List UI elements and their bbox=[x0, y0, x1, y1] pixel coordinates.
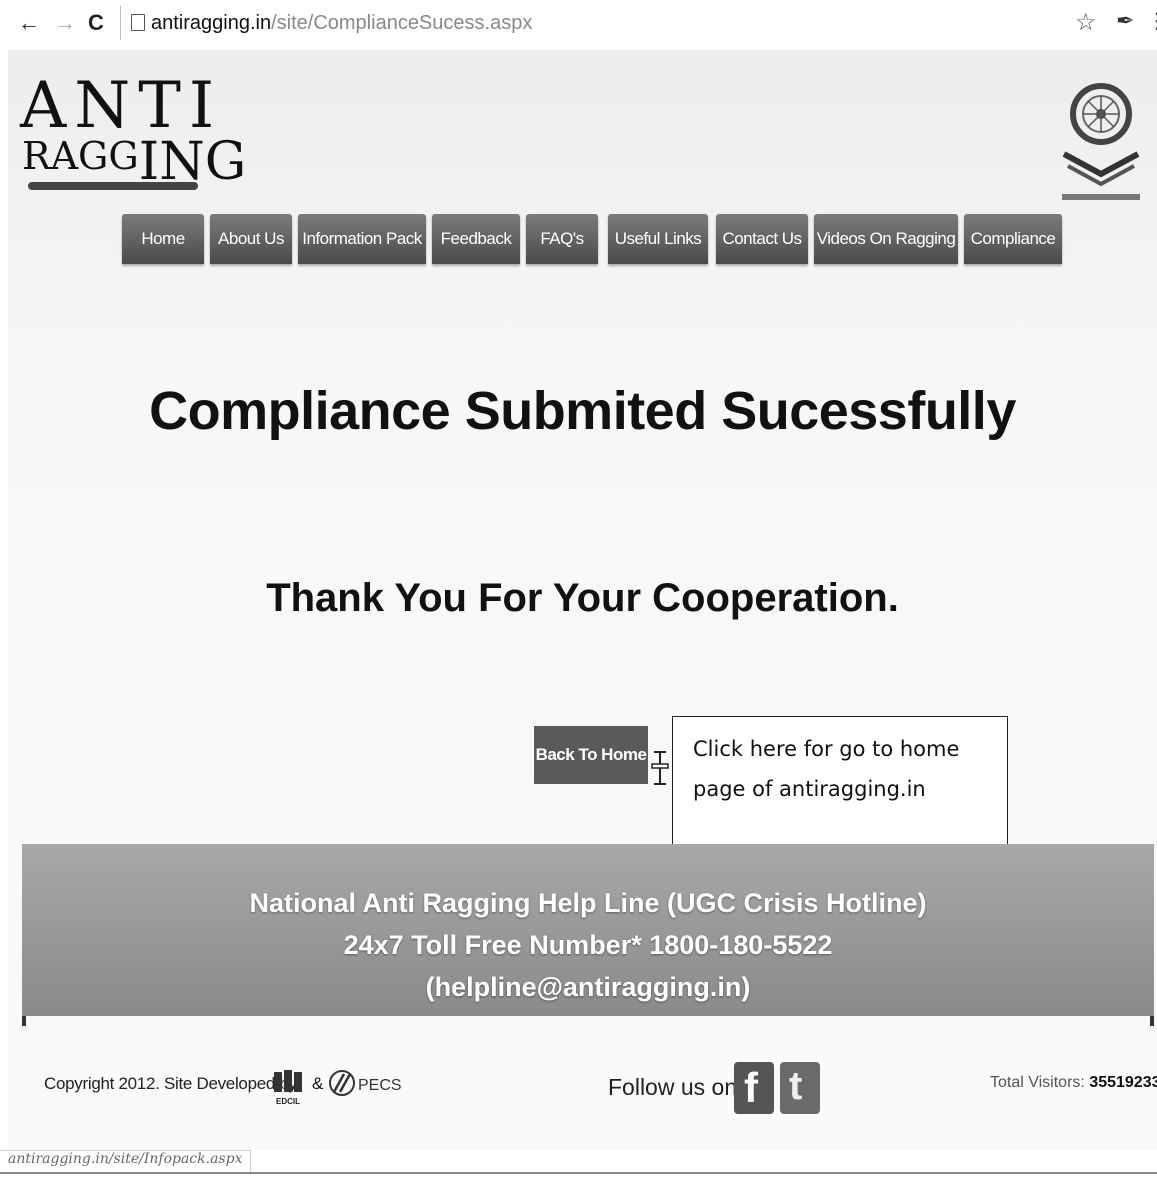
back-arrow-icon[interactable]: ← bbox=[18, 10, 40, 36]
tab-about-us[interactable]: About Us bbox=[210, 214, 292, 264]
page-title: Compliance Submited Sucessfully bbox=[149, 381, 1016, 441]
reload-icon[interactable]: C bbox=[88, 10, 104, 36]
annotation-callout: Click here for go to home page of antira… bbox=[672, 716, 1008, 856]
twitter-icon[interactable]: t bbox=[780, 1062, 820, 1114]
helpline-banner: National Anti Ragging Help Line (UGC Cri… bbox=[22, 844, 1154, 1016]
tab-useful-links[interactable]: Useful Links bbox=[608, 214, 708, 264]
logo-line2: RAGGING bbox=[22, 132, 246, 188]
thank-you-message: Thank You For Your Cooperation. bbox=[266, 576, 899, 620]
url-host: antiragging.in bbox=[151, 12, 272, 34]
site-header: ANTI RAGGING Home About Us Information P… bbox=[8, 50, 1157, 270]
tab-feedback[interactable]: Feedback bbox=[432, 214, 520, 264]
visitors-count: 35519233 bbox=[1089, 1074, 1157, 1091]
url-text[interactable]: antiragging.in/site/ComplianceSucess.asp… bbox=[151, 12, 532, 35]
copyright-text: Copyright 2012. Site Developed by bbox=[44, 1074, 297, 1093]
address-bar[interactable]: antiragging.in/site/ComplianceSucess.asp… bbox=[120, 6, 1157, 40]
helpline-text: National Anti Ragging Help Line (UGC Cri… bbox=[22, 882, 1154, 1008]
pecs-label: PECS bbox=[358, 1077, 402, 1094]
logo-underline bbox=[28, 182, 198, 190]
tab-contact-us[interactable]: Contact Us bbox=[716, 214, 808, 264]
tab-compliance[interactable]: Compliance bbox=[964, 214, 1062, 264]
helpline-number: 24x7 Toll Free Number* 1800-180-5522 bbox=[343, 930, 833, 960]
tab-faqs[interactable]: FAQ's bbox=[526, 214, 598, 264]
pecs-logo-icon[interactable]: PECS bbox=[328, 1068, 408, 1098]
logo-line1: ANTI bbox=[20, 69, 223, 143]
browser-toolbar: ← → C antiragging.in/site/ComplianceSuce… bbox=[0, 0, 1157, 48]
banner-edge-right bbox=[1150, 1016, 1154, 1026]
tab-home[interactable]: Home bbox=[122, 214, 204, 264]
bookmark-star-icon[interactable]: ☆ bbox=[1075, 8, 1097, 37]
url-path: /site/ComplianceSucess.aspx bbox=[271, 12, 533, 34]
ampersand: & bbox=[312, 1074, 324, 1093]
visitor-counter: Total Visitors: 35519233 bbox=[990, 1074, 1157, 1092]
follow-us-label: Follow us on bbox=[608, 1074, 738, 1100]
menu-icon[interactable]: ⋮ bbox=[1146, 8, 1157, 34]
site-footer: Copyright 2012. Site Developed by EDCIL … bbox=[8, 1056, 1157, 1126]
helpline-title: National Anti Ragging Help Line (UGC Cri… bbox=[249, 888, 927, 918]
back-to-home-button[interactable]: Back To Home bbox=[534, 726, 648, 784]
banner-edge-left bbox=[22, 1016, 26, 1026]
helpline-email[interactable]: (helpline@antiragging.in) bbox=[22, 966, 1154, 1008]
edcil-label: EDCIL bbox=[276, 1097, 300, 1106]
edcil-logo-icon[interactable]: EDCIL bbox=[268, 1062, 308, 1108]
bottom-border bbox=[0, 1172, 1157, 1174]
ugc-emblem-icon bbox=[1062, 83, 1140, 200]
text-cursor-icon bbox=[651, 751, 669, 785]
visitors-label: Total Visitors: bbox=[990, 1074, 1085, 1091]
eyedropper-icon[interactable]: ✒ bbox=[1116, 8, 1134, 34]
tab-videos-on-ragging[interactable]: Videos On Ragging bbox=[814, 214, 958, 264]
page-icon bbox=[131, 14, 145, 31]
callout-text: Click here for go to home page of antira… bbox=[693, 737, 960, 801]
status-bar-url: antiragging.in/site/Infopack.aspx bbox=[0, 1150, 252, 1173]
facebook-icon[interactable]: f bbox=[734, 1062, 774, 1114]
anti-ragging-logo[interactable]: ANTI RAGGING bbox=[20, 74, 246, 224]
page-content: ANTI RAGGING Home About Us Information P… bbox=[8, 50, 1157, 1150]
forward-arrow-icon[interactable]: → bbox=[54, 10, 76, 36]
logo-line2-a: RAGG bbox=[22, 134, 139, 178]
tab-information-pack[interactable]: Information Pack bbox=[298, 214, 426, 264]
